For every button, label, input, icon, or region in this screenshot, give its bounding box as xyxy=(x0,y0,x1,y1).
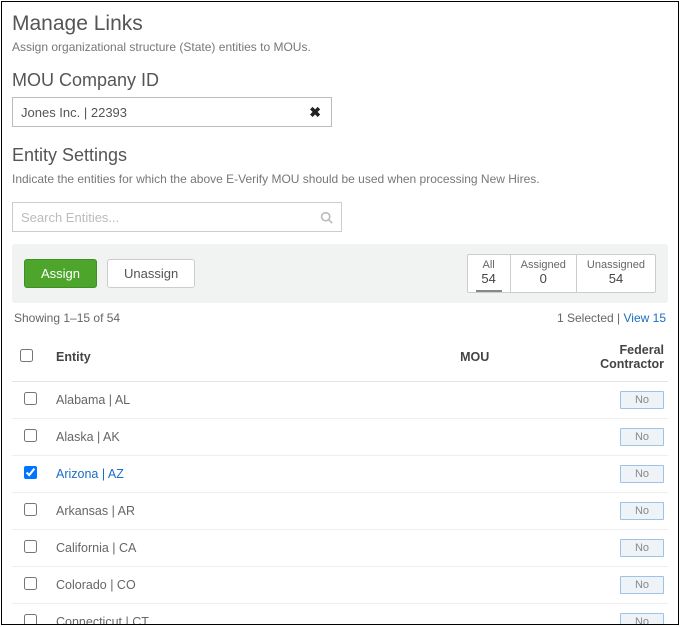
filter-assigned-label: Assigned xyxy=(521,259,566,271)
entity-settings-title: Entity Settings xyxy=(12,145,668,166)
row-checkbox[interactable] xyxy=(24,577,37,590)
mou-cell xyxy=(401,419,548,456)
row-checkbox[interactable] xyxy=(24,392,37,405)
mou-cell xyxy=(401,604,548,626)
mou-section-title: MOU Company ID xyxy=(12,70,668,91)
entity-cell: Alabama | AL xyxy=(48,382,401,419)
search-entities-input[interactable] xyxy=(21,210,320,225)
filter-all-count: 54 xyxy=(478,271,500,286)
filter-tab-unassigned[interactable]: Unassigned 54 xyxy=(576,255,655,292)
federal-contractor-badge[interactable]: No xyxy=(620,428,664,446)
row-checkbox[interactable] xyxy=(24,614,37,625)
filter-tab-assigned[interactable]: Assigned 0 xyxy=(510,255,576,292)
entity-cell: Arizona | AZ xyxy=(48,456,401,493)
select-all-checkbox[interactable] xyxy=(20,349,33,362)
row-checkbox[interactable] xyxy=(24,503,37,516)
action-toolbar: Assign Unassign All 54 Assigned 0 Unassi… xyxy=(12,244,668,303)
clear-icon[interactable]: ✖ xyxy=(307,104,323,121)
entity-settings-desc: Indicate the entities for which the abov… xyxy=(12,172,668,186)
mou-cell xyxy=(401,493,548,530)
table-row: Arkansas | AR No xyxy=(12,493,668,530)
filter-tabs: All 54 Assigned 0 Unassigned 54 xyxy=(467,254,656,293)
table-row: Alaska | AK No xyxy=(12,419,668,456)
entity-cell: California | CA xyxy=(48,530,401,567)
federal-cell: No xyxy=(548,456,668,493)
row-select-cell xyxy=(12,419,48,456)
results-meta: Showing 1–15 of 54 1 Selected | View 15 xyxy=(14,311,666,325)
table-row: Arizona | AZ No xyxy=(12,456,668,493)
entities-table: Entity MOU Federal Contractor Alabama | … xyxy=(12,333,668,625)
mou-cell xyxy=(401,530,548,567)
col-entity: Entity xyxy=(48,333,401,382)
federal-cell: No xyxy=(548,604,668,626)
row-select-cell xyxy=(12,382,48,419)
filter-assigned-count: 0 xyxy=(521,271,566,286)
federal-contractor-badge[interactable]: No xyxy=(620,539,664,557)
app-frame: Manage Links Assign organizational struc… xyxy=(1,1,679,625)
search-icon[interactable] xyxy=(320,211,333,224)
table-header-row: Entity MOU Federal Contractor xyxy=(12,333,668,382)
entity-cell: Arkansas | AR xyxy=(48,493,401,530)
showing-label: Showing 1–15 of 54 xyxy=(14,311,120,325)
selected-count: 1 Selected xyxy=(557,311,614,325)
federal-cell: No xyxy=(548,567,668,604)
federal-contractor-badge[interactable]: No xyxy=(620,576,664,594)
row-select-cell xyxy=(12,604,48,626)
row-checkbox[interactable] xyxy=(24,540,37,553)
filter-all-label: All xyxy=(478,259,500,271)
col-federal: Federal Contractor xyxy=(548,333,668,382)
mou-company-id-input[interactable] xyxy=(21,105,307,120)
entity-cell: Connecticut | CT xyxy=(48,604,401,626)
mou-cell xyxy=(401,382,548,419)
row-checkbox[interactable] xyxy=(24,429,37,442)
federal-cell: No xyxy=(548,382,668,419)
federal-contractor-badge[interactable]: No xyxy=(620,465,664,483)
row-select-cell xyxy=(12,456,48,493)
row-checkbox[interactable] xyxy=(24,466,37,479)
meta-divider: | xyxy=(614,311,624,325)
page-title: Manage Links xyxy=(12,12,668,36)
row-select-cell xyxy=(12,567,48,604)
federal-cell: No xyxy=(548,493,668,530)
federal-cell: No xyxy=(548,419,668,456)
federal-contractor-badge[interactable]: No xyxy=(620,391,664,409)
selection-summary: 1 Selected | View 15 xyxy=(557,311,666,325)
row-select-cell xyxy=(12,530,48,567)
entity-cell: Alaska | AK xyxy=(48,419,401,456)
mou-cell xyxy=(401,567,548,604)
filter-unassigned-label: Unassigned xyxy=(587,259,645,271)
assign-button[interactable]: Assign xyxy=(24,259,97,288)
table-row: California | CA No xyxy=(12,530,668,567)
entity-cell: Colorado | CO xyxy=(48,567,401,604)
unassign-button[interactable]: Unassign xyxy=(107,259,195,288)
filter-unassigned-count: 54 xyxy=(587,271,645,286)
federal-contractor-badge[interactable]: No xyxy=(620,613,664,625)
search-entities-field[interactable] xyxy=(12,202,342,232)
mou-company-id-field[interactable]: ✖ xyxy=(12,97,332,127)
row-select-cell xyxy=(12,493,48,530)
page-subtitle: Assign organizational structure (State) … xyxy=(12,40,668,54)
federal-cell: No xyxy=(548,530,668,567)
filter-tab-all[interactable]: All 54 xyxy=(468,255,510,292)
view-page-size-link[interactable]: View 15 xyxy=(624,311,666,325)
col-mou: MOU xyxy=(401,333,548,382)
table-row: Connecticut | CT No xyxy=(12,604,668,626)
table-row: Alabama | AL No xyxy=(12,382,668,419)
mou-cell xyxy=(401,456,548,493)
federal-contractor-badge[interactable]: No xyxy=(620,502,664,520)
table-row: Colorado | CO No xyxy=(12,567,668,604)
col-select-all xyxy=(12,333,48,382)
